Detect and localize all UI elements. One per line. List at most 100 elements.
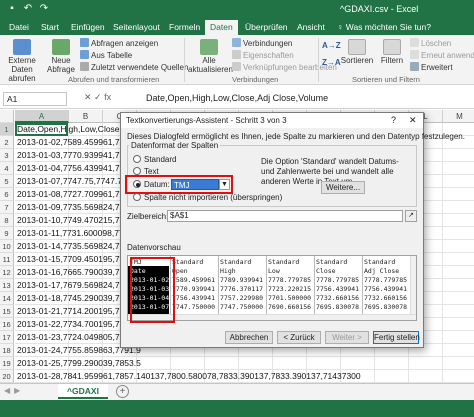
row-header[interactable]: 7 (0, 201, 14, 214)
radio-standard[interactable]: Standard (133, 155, 176, 165)
preview-cell: 7589.459961 (172, 276, 216, 284)
radio-skip[interactable]: Spalte nicht importieren (überspringen) (133, 193, 282, 203)
database-icon (13, 39, 31, 55)
preview-cell: 7747.750000 (220, 303, 264, 311)
query-icon (52, 39, 70, 55)
row-header[interactable]: 3 (0, 149, 14, 162)
row-header[interactable]: 17 (0, 331, 14, 344)
column-header[interactable]: B (69, 110, 103, 123)
tab-data[interactable]: Daten (205, 20, 238, 35)
status-bar (0, 400, 474, 417)
row-header[interactable]: 4 (0, 162, 14, 175)
target-range-label: Zielbereich: (127, 212, 169, 221)
clear-filter-icon (410, 38, 419, 47)
preview-column-header[interactable]: Standard (316, 258, 347, 266)
row-header[interactable]: 13 (0, 279, 14, 292)
advanced-settings-button[interactable]: Weitere... (321, 181, 365, 194)
preview-cell: 7756.439941 (364, 285, 408, 293)
radio-circle-icon (133, 155, 141, 163)
tab-insert[interactable]: Einfügen (66, 20, 110, 35)
add-sheet-icon[interactable]: + (116, 385, 129, 398)
preview-column-header[interactable]: Standard (268, 258, 299, 266)
advanced-button[interactable]: Erweitert (410, 62, 453, 73)
name-box[interactable]: A1 (3, 92, 67, 106)
formula-buttons[interactable]: ✕ ✓ fx (84, 92, 111, 103)
active-cell[interactable] (15, 123, 68, 136)
preview-column-header[interactable]: Standard (172, 258, 203, 266)
row-header[interactable]: 8 (0, 214, 14, 227)
range-picker-icon[interactable]: ↗ (405, 210, 417, 222)
properties-button[interactable]: Eigenschaften (232, 50, 294, 61)
new-query-button[interactable]: Neue Abfrage (46, 39, 76, 74)
row-header[interactable]: 11 (0, 253, 14, 266)
help-icon[interactable]: ? (391, 113, 396, 128)
preview-cell: 7732.660156 (316, 294, 360, 302)
save-icon[interactable]: ▪ (6, 3, 18, 15)
row-header[interactable]: 9 (0, 227, 14, 240)
radio-standard-label: Standard (144, 155, 177, 164)
group-connections-label: Verbindungen (232, 75, 279, 84)
from-table-button[interactable]: Aus Tabelle (80, 50, 132, 61)
tab-formulas[interactable]: Formeln (164, 20, 205, 35)
redo-icon[interactable]: ↷ (38, 3, 50, 15)
column-header[interactable]: M (443, 110, 474, 123)
preview-cell: 7695.830078 (316, 303, 360, 311)
finish-button[interactable]: Fertig stellen (373, 331, 420, 344)
row-header[interactable]: 12 (0, 266, 14, 279)
filter-button[interactable]: Filtern (377, 39, 407, 65)
preview-cell: 7723.220215 (268, 285, 312, 293)
close-icon[interactable]: ✕ (409, 113, 417, 128)
tab-review[interactable]: Überprüfen (240, 20, 293, 35)
table-row[interactable]: 2013-01-25,7799.290039,7853.5 (15, 357, 474, 370)
radio-circle-icon (133, 167, 141, 175)
refresh-icon (200, 39, 218, 55)
preview-column-divider (362, 256, 363, 320)
tab-view[interactable]: Ansicht (292, 20, 330, 35)
row-header[interactable]: 6 (0, 188, 14, 201)
preview-cell: 7690.660156 (268, 303, 312, 311)
tab-file[interactable]: Datei (4, 20, 34, 35)
row-header[interactable]: 19 (0, 357, 14, 370)
tell-me-box[interactable]: ♀ Was möchten Sie tun? (332, 20, 436, 35)
show-queries-button[interactable]: Abfragen anzeigen (80, 38, 158, 49)
row-header[interactable]: 14 (0, 292, 14, 305)
recent-sources-button[interactable]: Zuletzt verwendete Quellen (80, 62, 188, 73)
recent-sources-label: Zuletzt verwendete Quellen (91, 63, 189, 72)
select-all-corner[interactable] (0, 110, 14, 123)
sort-az-button[interactable]: A→Z (322, 40, 341, 51)
back-button[interactable]: < Zurück (277, 331, 321, 344)
table-row[interactable]: 2013-01-28,7841.959961,7857.140137,7800.… (15, 370, 474, 383)
row-header[interactable]: 18 (0, 344, 14, 357)
row-header[interactable]: 10 (0, 240, 14, 253)
external-data-button[interactable]: Externe Daten abrufen (2, 39, 42, 83)
preview-vertical-scrollbar[interactable] (410, 256, 416, 314)
row-header[interactable]: 2 (0, 136, 14, 149)
row-header[interactable]: 1 (0, 123, 14, 136)
formula-input[interactable]: Date,Open,High,Low,Close,Adj Close,Volum… (146, 93, 328, 103)
tab-layout[interactable]: Seitenlayout (108, 20, 165, 35)
row-header[interactable]: 5 (0, 175, 14, 188)
undo-icon[interactable]: ↶ (22, 3, 34, 15)
row-header[interactable]: 20 (0, 370, 14, 383)
target-range-input[interactable]: $A$1 (167, 210, 403, 222)
sheet-nav-arrows[interactable]: ◀▶ (4, 386, 24, 395)
column-header[interactable]: A (15, 110, 69, 123)
radio-skip-label: Spalte nicht importieren (überspringen) (144, 193, 283, 202)
reapply-label: Erneut anwenden (421, 51, 474, 60)
ribbon: Externe Daten abrufen Neue Abfrage Abfra… (0, 35, 474, 85)
preview-column-header[interactable]: Standard (220, 258, 251, 266)
preview-column-header[interactable]: Standard (364, 258, 395, 266)
reapply-button[interactable]: Erneut anwenden (410, 50, 474, 61)
connections-button[interactable]: Verbindungen (232, 38, 292, 49)
sort-button[interactable]: Sortieren (340, 39, 374, 65)
sheet-tab[interactable]: ^GDAXI (58, 384, 108, 399)
row-header[interactable]: 16 (0, 318, 14, 331)
sort-za-button[interactable]: Z→A (322, 57, 341, 68)
next-button[interactable]: Weiter > (325, 331, 369, 344)
row-header[interactable]: 15 (0, 305, 14, 318)
refresh-all-button[interactable]: Alle aktualisieren (188, 39, 233, 74)
cancel-button[interactable]: Abbrechen (225, 331, 273, 344)
group-sort-filter-label: Sortieren und Filtern (352, 75, 420, 84)
clear-button[interactable]: Löschen (410, 38, 451, 49)
tab-start[interactable]: Start (36, 20, 64, 35)
